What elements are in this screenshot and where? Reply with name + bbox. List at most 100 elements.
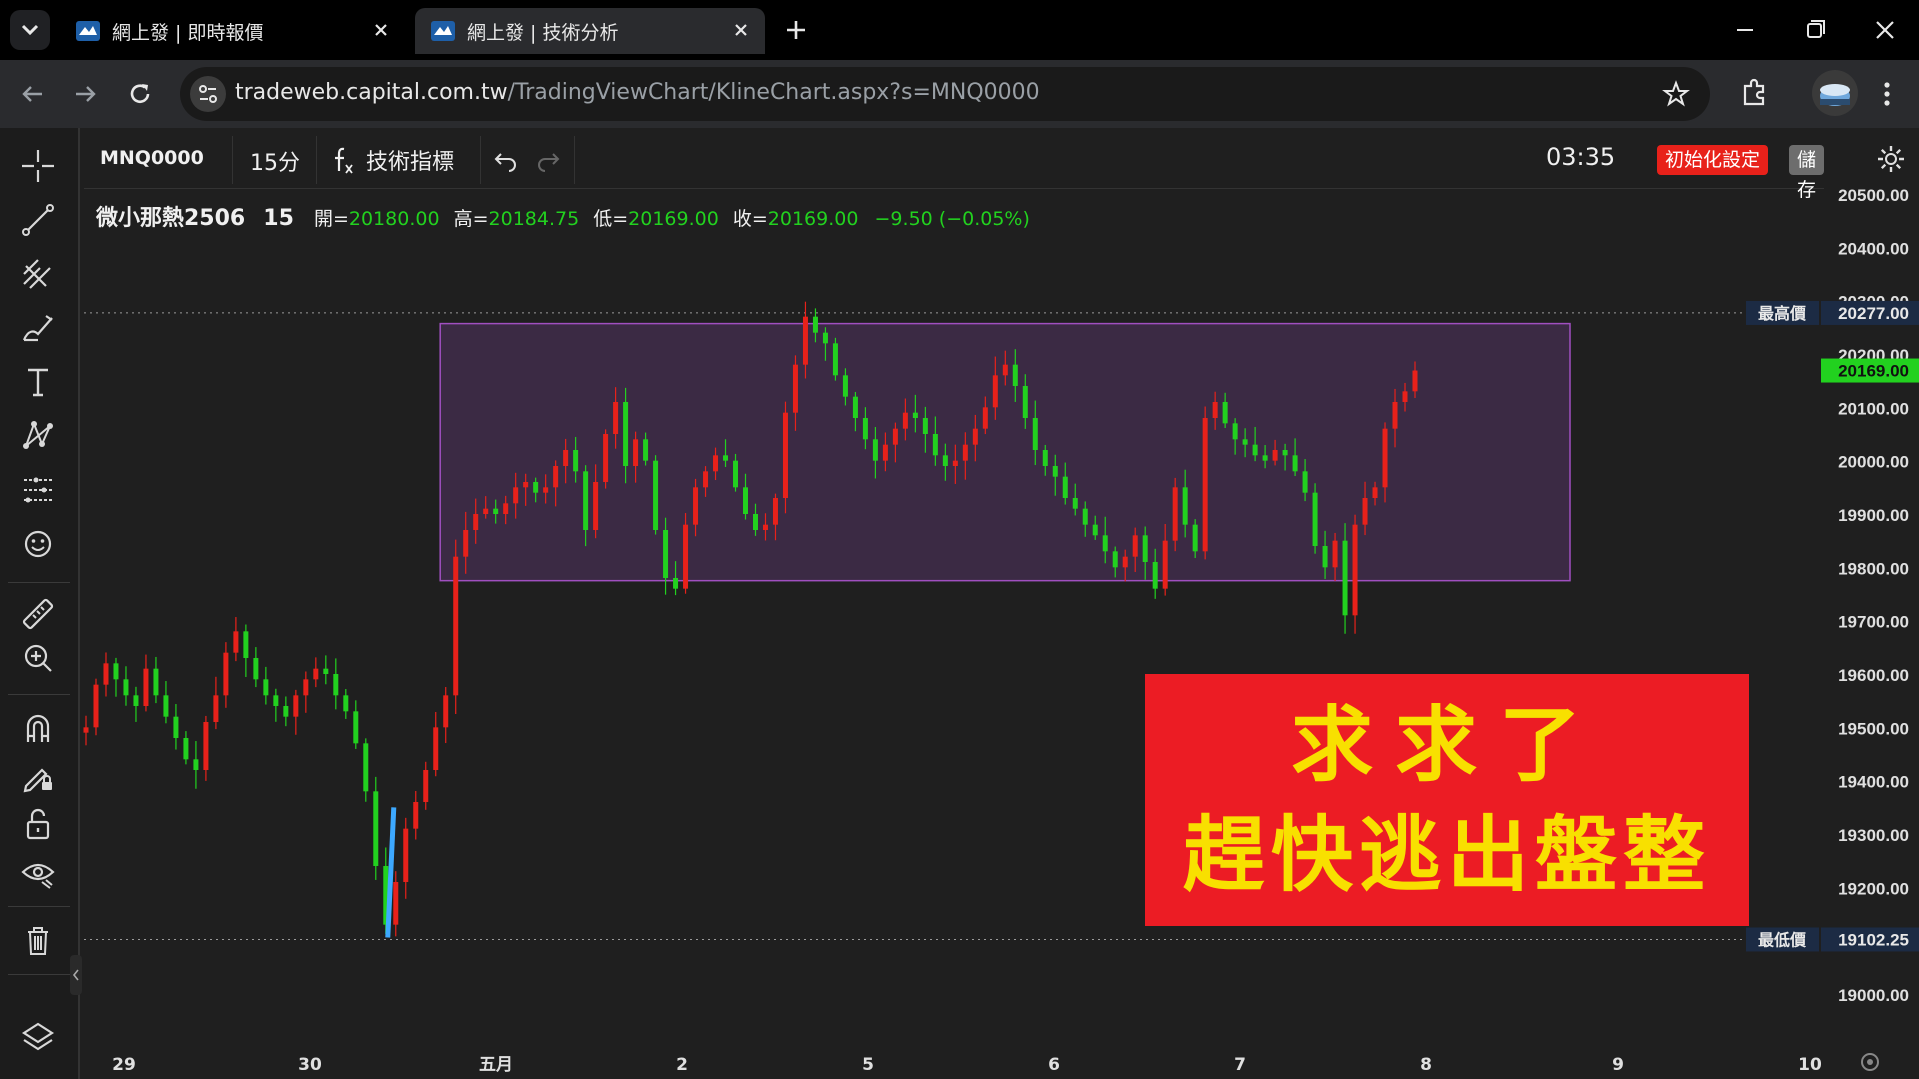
url-omnibox[interactable]: tradeweb.capital.com.tw/TradingViewChart… <box>180 67 1710 121</box>
tune-icon <box>199 85 217 103</box>
candle-body <box>223 652 229 696</box>
reset-settings-button[interactable]: 初始化設定 <box>1657 145 1769 175</box>
close-icon[interactable] <box>731 20 751 40</box>
overlay-line-1: 求求了 <box>1290 697 1603 793</box>
zoom-in-icon[interactable] <box>18 638 58 678</box>
toolbar-divider <box>8 906 70 907</box>
interval-selector[interactable]: 15分 <box>250 145 300 177</box>
candle-body <box>892 428 898 445</box>
close-label: 收= <box>732 208 768 230</box>
profile-avatar[interactable] <box>1812 70 1858 116</box>
candle-body <box>772 498 778 525</box>
restore-icon[interactable] <box>1797 14 1833 46</box>
candle-body <box>1102 535 1108 552</box>
time-tick-label: 2 <box>676 1055 688 1075</box>
bookmark-star-icon[interactable] <box>1662 80 1690 108</box>
unlock-icon[interactable] <box>18 804 58 844</box>
time-axis[interactable] <box>84 1038 1819 1079</box>
avatar-icon <box>1820 84 1850 106</box>
magnet-icon[interactable] <box>18 708 58 748</box>
toolbar-divider <box>480 136 481 184</box>
candle-body <box>493 508 499 514</box>
candle-body <box>513 487 519 504</box>
price-tick-label: 19400.00 <box>1838 773 1909 792</box>
close-value: 20169.00 <box>767 208 859 230</box>
candle-body <box>423 770 429 802</box>
candle-body <box>1132 535 1138 557</box>
candle-body <box>233 631 239 653</box>
save-button[interactable]: 儲存 <box>1789 145 1825 201</box>
extensions-puzzle-icon[interactable] <box>1737 76 1771 110</box>
close-icon[interactable] <box>371 20 391 40</box>
candle-body <box>183 738 189 760</box>
candle-body <box>153 668 159 696</box>
window-close-icon[interactable] <box>1867 14 1903 46</box>
emoji-icon[interactable] <box>18 524 58 564</box>
toolbar-divider <box>8 694 70 695</box>
high-price-value: 20277.00 <box>1838 304 1909 323</box>
candle-body <box>902 412 908 429</box>
crosshair-icon[interactable] <box>18 146 58 186</box>
candle-body <box>113 663 119 680</box>
time-tick-label: 五月 <box>479 1055 513 1075</box>
candle-body <box>533 482 539 493</box>
candle-body <box>543 487 549 493</box>
browser-tab-active[interactable]: 網上發 | 技術分析 <box>415 8 765 54</box>
forecast-icon[interactable] <box>18 470 58 510</box>
price-tick-label: 19700.00 <box>1838 613 1909 632</box>
tab-search-button[interactable] <box>10 10 50 50</box>
capital-logo-icon <box>76 21 100 41</box>
candle-body <box>1002 364 1008 376</box>
candle-body <box>782 412 788 498</box>
candle-body <box>463 530 469 557</box>
forward-arrow-icon[interactable] <box>70 78 102 110</box>
time-tick-label: 5 <box>862 1055 874 1075</box>
indicators-button[interactable]: 技術指標 <box>330 142 454 178</box>
candle-body <box>443 695 449 728</box>
candle-body <box>1312 492 1318 546</box>
last-price-value: 20169.00 <box>1838 362 1909 381</box>
undo-icon[interactable] <box>492 146 520 174</box>
candle-body <box>323 668 329 674</box>
site-info-button[interactable] <box>190 76 226 112</box>
back-arrow-icon[interactable] <box>16 78 48 110</box>
candle-body <box>1122 556 1128 568</box>
trash-icon[interactable] <box>18 920 58 960</box>
ruler-icon[interactable] <box>18 594 58 634</box>
time-tick-label: 6 <box>1048 1055 1060 1075</box>
time-tick-label: 8 <box>1420 1055 1432 1075</box>
more-vert-icon[interactable] <box>1875 78 1899 110</box>
toolbar-collapse-handle[interactable] <box>70 955 82 995</box>
candle-body <box>1252 444 1258 456</box>
candle-body <box>872 439 878 461</box>
candle-body <box>1372 487 1378 498</box>
candle-body <box>403 828 409 882</box>
candle-body <box>213 695 219 722</box>
candle-body <box>353 711 359 744</box>
candle-body <box>1192 524 1198 552</box>
candle-body <box>842 375 848 397</box>
candle-body <box>1232 423 1238 440</box>
redo-icon[interactable] <box>534 146 562 174</box>
candle-body <box>1292 455 1298 472</box>
trend-line-icon[interactable] <box>18 200 58 240</box>
lock-drawing-icon[interactable] <box>18 756 58 796</box>
fib-tool-icon[interactable] <box>18 254 58 294</box>
price-tick-label: 19200.00 <box>1838 879 1909 898</box>
minimize-icon[interactable] <box>1727 14 1763 46</box>
pattern-icon[interactable] <box>18 416 58 456</box>
reload-icon[interactable] <box>124 78 156 110</box>
brush-icon[interactable] <box>18 308 58 348</box>
symbol-selector[interactable]: MNQ0000 <box>100 147 204 169</box>
candle-body <box>613 402 619 434</box>
price-tick-label: 19800.00 <box>1838 559 1909 578</box>
gear-icon[interactable] <box>1875 143 1907 175</box>
price-tick-label: 19600.00 <box>1838 666 1909 685</box>
overlay-line-2: 趕快逃出盤整 <box>1182 807 1711 903</box>
browser-tab[interactable]: 網上發 | 即時報價 <box>60 8 405 54</box>
layers-icon[interactable] <box>18 1018 58 1058</box>
eye-icon[interactable] <box>18 852 58 892</box>
text-icon[interactable] <box>18 362 58 402</box>
candle-body <box>1242 439 1248 445</box>
new-tab-plus-icon[interactable] <box>780 14 812 46</box>
